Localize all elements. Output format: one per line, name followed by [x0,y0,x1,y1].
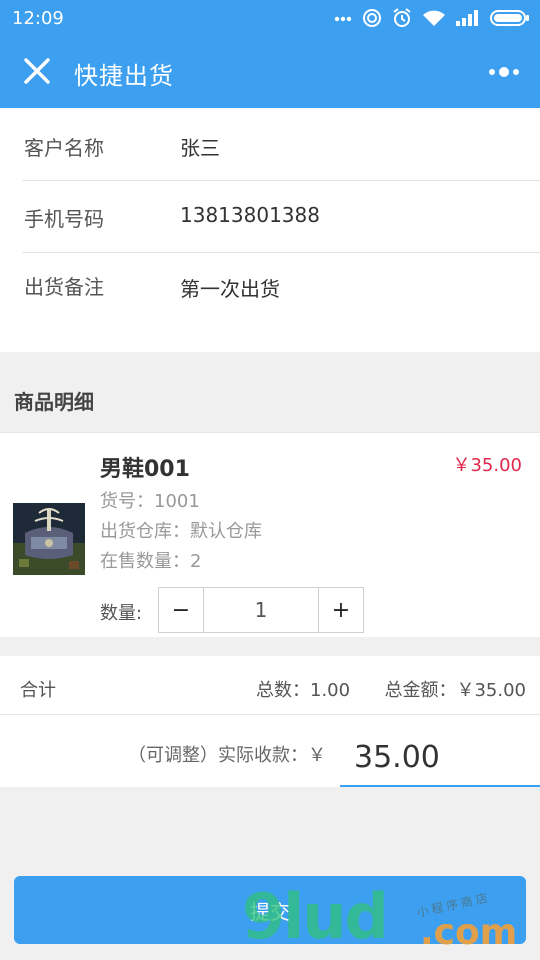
alarm-icon [393,8,411,27]
customer-name-field[interactable]: 张三 [180,132,220,161]
wifi-icon [423,10,445,26]
product-price: ￥35.00 [452,455,522,476]
note-field[interactable]: 第一次出货 [180,273,280,302]
product-sku: 货号：1001 [100,491,200,512]
total-count: 总数：1.00 [256,680,351,701]
decrease-button[interactable]: − [159,588,204,632]
more-icon[interactable] [488,61,520,83]
status-bar: 12:09 [0,0,540,36]
quantity-stepper: − 1 + [158,587,364,633]
total-amount: 总金额：￥35.00 [384,680,526,701]
note-label: 出货备注 [24,275,104,299]
product-name: 男鞋001 [100,457,190,482]
actual-payment-input[interactable] [340,729,540,787]
battery-icon [490,10,529,26]
product-section-header: 商品明细 [0,352,540,432]
quantity-input[interactable]: 1 [204,588,318,632]
totals-label: 合计 [20,680,56,701]
product-card: 男鞋001 ￥35.00 货号：1001 出货仓库：默认仓库 在售数量：2 数量… [0,432,540,637]
note-row[interactable]: 出货备注 第一次出货 [22,253,540,352]
status-icons [334,8,530,28]
increase-button[interactable]: + [318,588,363,632]
quantity-label: 数量: [100,603,143,624]
phone-field[interactable]: 13813801388 [180,203,320,227]
customer-name-label: 客户名称 [24,136,104,160]
close-icon[interactable] [20,54,54,88]
dots-icon [334,16,352,22]
phone-row[interactable]: 手机号码 13813801388 [22,181,540,253]
page-title: 快捷出货 [74,62,174,90]
status-time: 12:09 [12,8,64,29]
signal-icon [456,10,478,26]
target-icon [363,9,381,27]
section-title: 商品明细 [14,390,94,414]
totals-row: 合计 总数：1.00 总金额：￥35.00 [0,656,540,715]
product-thumbnail [13,503,85,575]
customer-info-card: 客户名称 张三 手机号码 13813801388 出货备注 第一次出货 [0,108,540,352]
actual-payment-row: （可调整）实际收款：￥ [0,715,540,787]
product-warehouse: 出货仓库：默认仓库 [100,521,262,542]
actual-payment-label: （可调整）实际收款：￥ [128,745,326,766]
title-bar: 快捷出货 [0,36,540,108]
customer-name-row[interactable]: 客户名称 张三 [22,108,540,181]
product-on-sale: 在售数量：2 [100,551,202,572]
phone-label: 手机号码 [24,207,104,231]
watermark-logo: 9lud [242,880,389,953]
watermark-domain: .com [420,912,518,953]
